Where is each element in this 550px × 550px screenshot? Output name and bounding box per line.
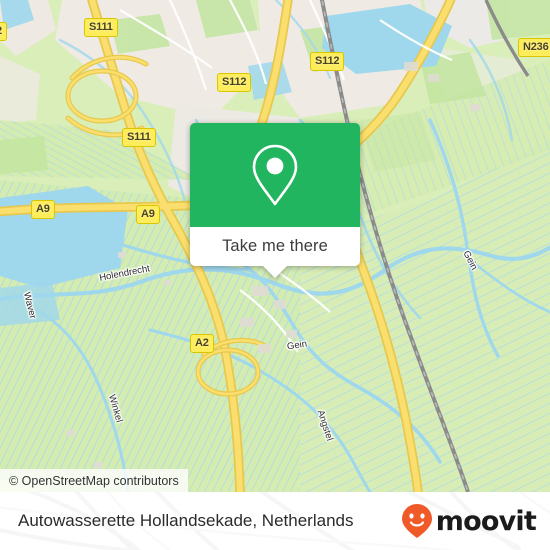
take-me-there-label: Take me there	[222, 237, 328, 255]
place-title: Autowasserette Hollandsekade, Netherland…	[18, 511, 354, 530]
road-shield-s111-north: S111	[84, 18, 118, 37]
callout-icon-panel	[190, 123, 360, 227]
take-me-there-button[interactable]: Take me there	[190, 227, 360, 278]
location-callout-card[interactable]: Take me there	[190, 123, 360, 278]
callout-tail-pointer	[263, 266, 287, 278]
road-shield-a9-east: A9	[136, 205, 160, 224]
road-shield-s112-west: S112	[217, 73, 252, 92]
road-shield-s112-east: S112	[310, 52, 345, 71]
moovit-wordmark: moovit	[435, 505, 537, 537]
road-shield-a9-west: A9	[31, 200, 55, 219]
location-pin-icon	[252, 144, 298, 206]
moovit-smiley-pin-icon	[401, 504, 432, 538]
moovit-map-screenshot: 2 S111 S112 N236 S112 S111 A9 A9 A2 Hole…	[0, 0, 550, 550]
road-shield-n236: N236	[518, 38, 550, 57]
osm-attribution[interactable]: © OpenStreetMap contributors	[0, 469, 188, 492]
osm-attribution-text: © OpenStreetMap contributors	[9, 473, 179, 488]
road-shield-a2: A2	[190, 334, 214, 353]
road-shield-s2-partial: 2	[0, 22, 7, 41]
moovit-brand-logo[interactable]: moovit	[401, 503, 537, 539]
footer-bar: Autowasserette Hollandsekade, Netherland…	[0, 492, 550, 550]
road-shield-s111-south: S111	[122, 128, 156, 147]
